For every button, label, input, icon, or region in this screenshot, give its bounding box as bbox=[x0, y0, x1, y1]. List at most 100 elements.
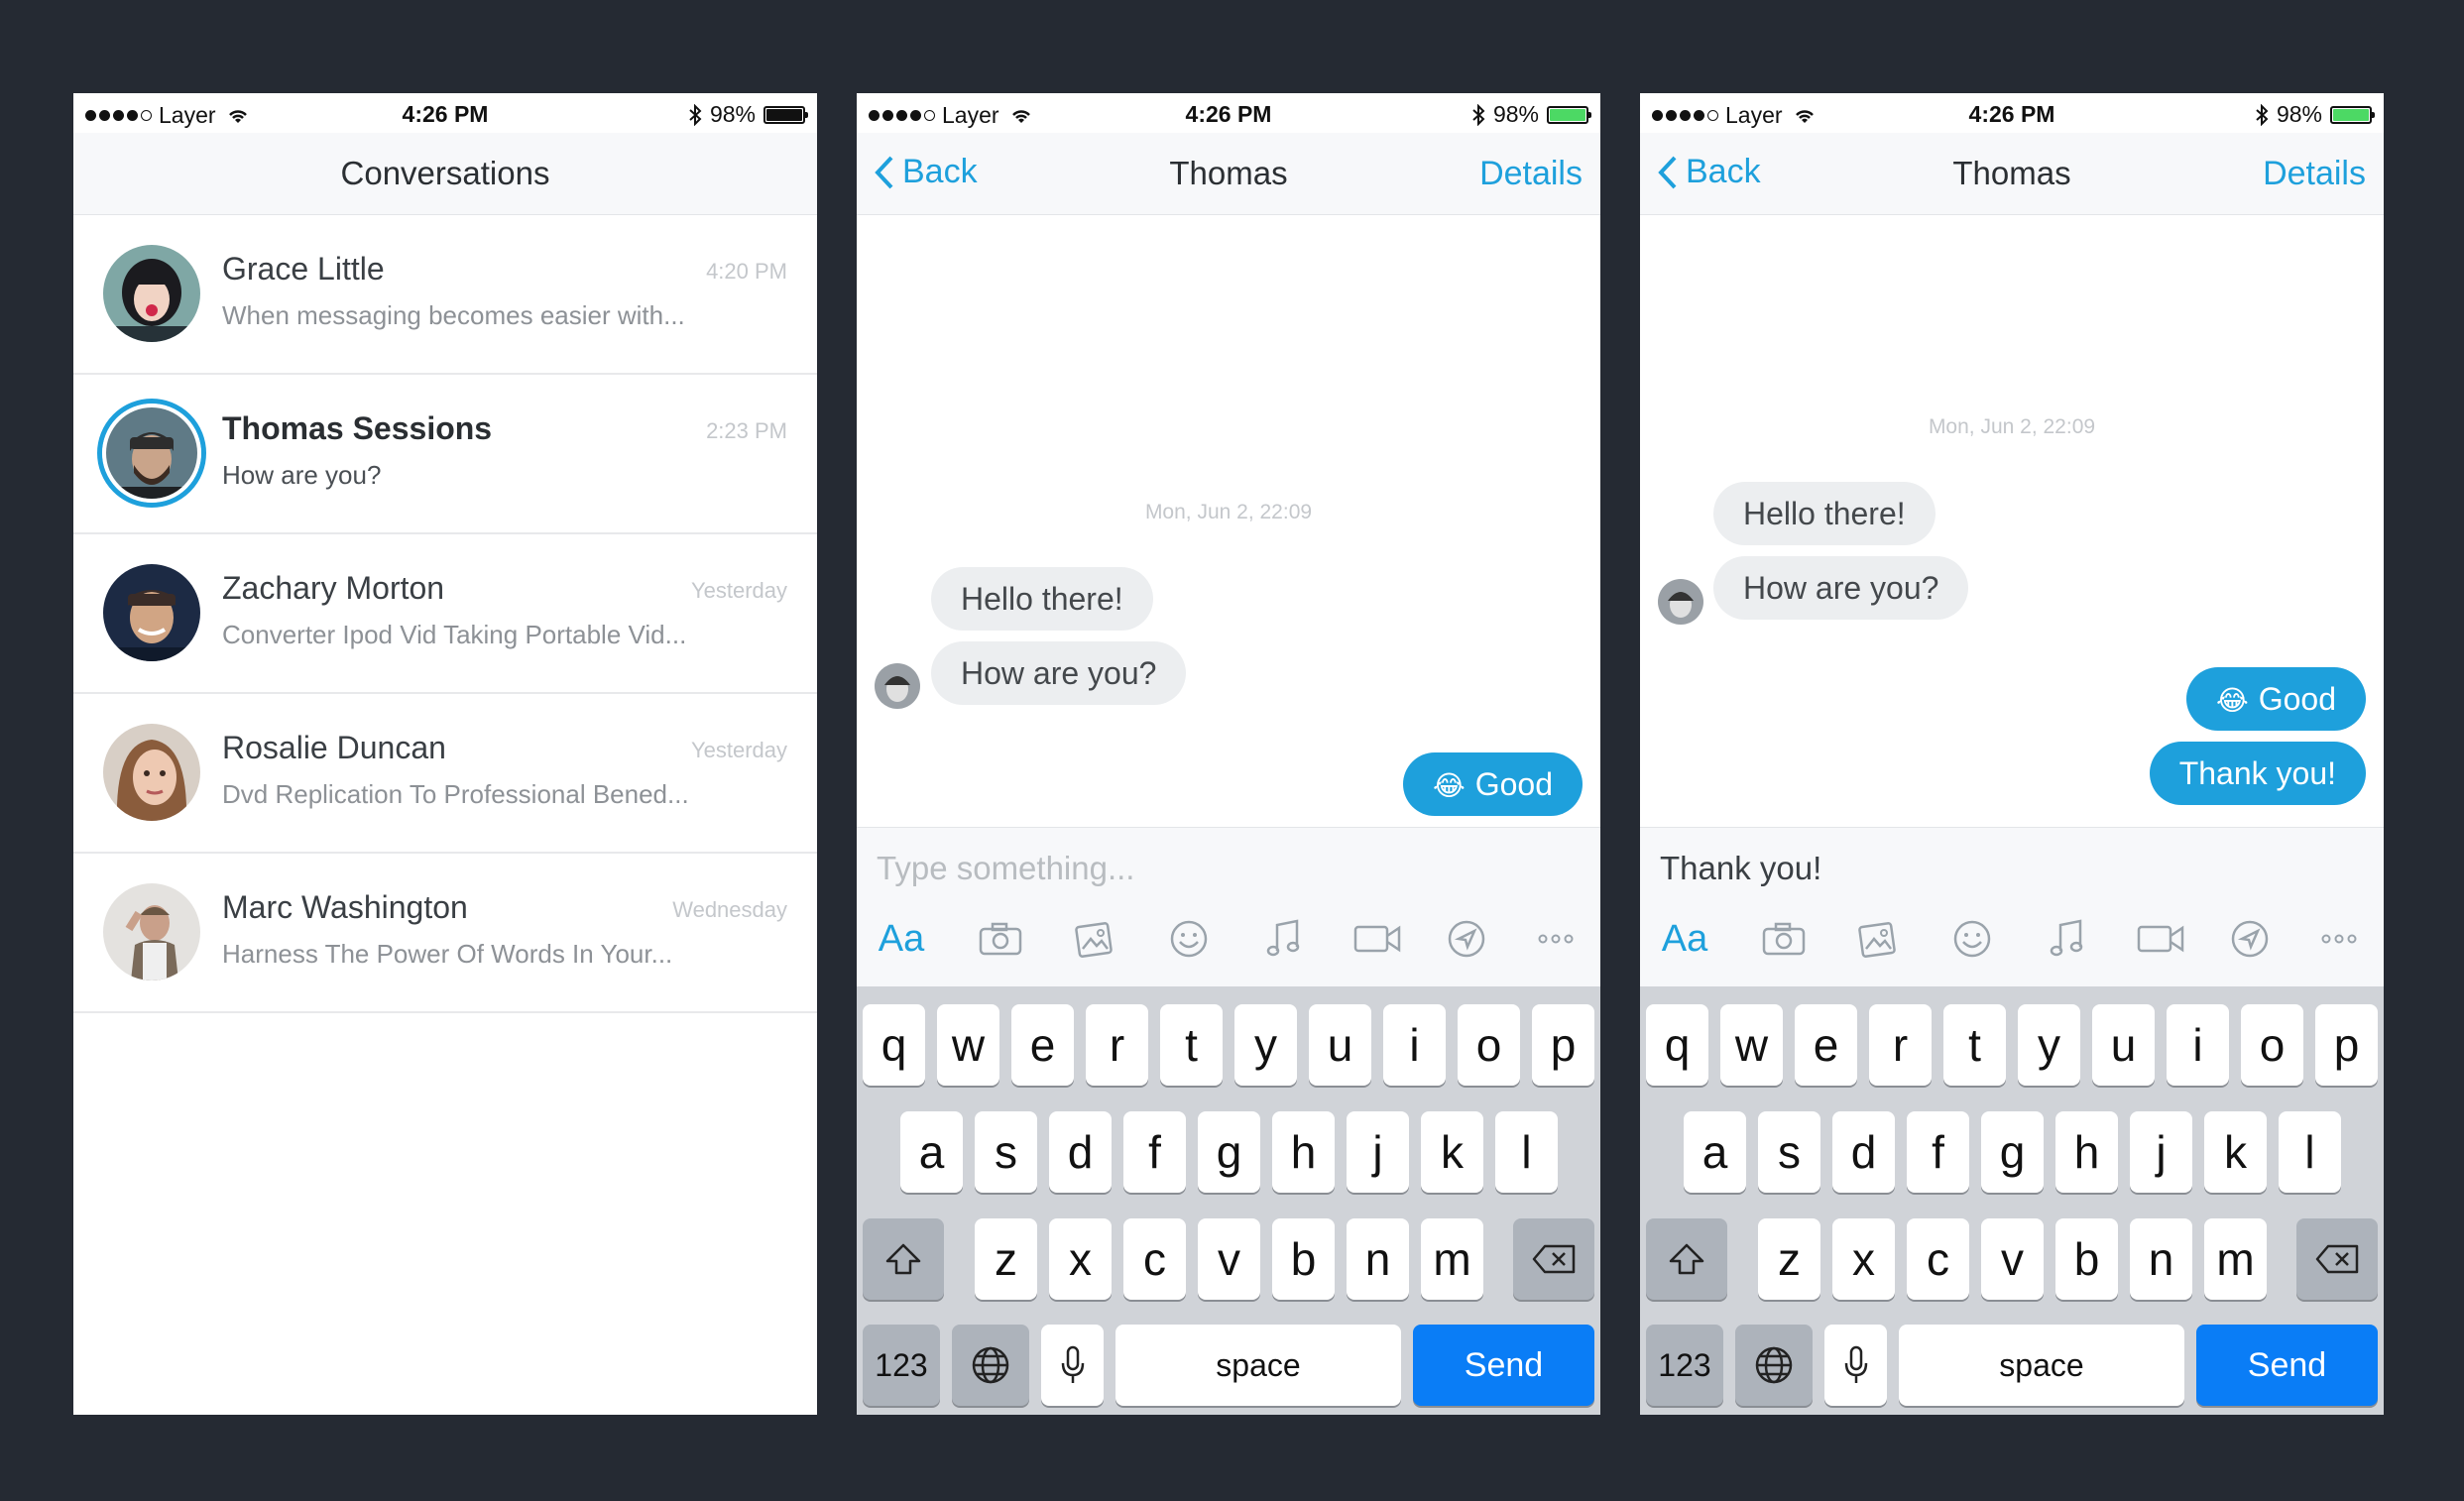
key[interactable]: x bbox=[1049, 1218, 1112, 1300]
camera-icon[interactable] bbox=[971, 909, 1030, 969]
details-button[interactable]: Details bbox=[2263, 155, 2366, 193]
key[interactable]: k bbox=[1421, 1111, 1483, 1193]
key[interactable]: u bbox=[1309, 1004, 1371, 1086]
battery-percent: 98% bbox=[709, 101, 756, 127]
emoji-icon[interactable] bbox=[1159, 909, 1219, 969]
key[interactable]: p bbox=[1532, 1004, 1594, 1086]
more-icon[interactable] bbox=[2309, 909, 2369, 969]
key[interactable]: r bbox=[1869, 1004, 1932, 1086]
numbers-key[interactable]: 123 bbox=[1646, 1325, 1723, 1406]
message-input[interactable]: Thank you! bbox=[1660, 850, 1821, 887]
chat-screen-empty-composer: Layer 4:26 PM 98% Back Thomas Details Mo… bbox=[857, 93, 1600, 1415]
send-button[interactable]: Send bbox=[2196, 1325, 2378, 1406]
microphone-icon bbox=[1844, 1345, 1867, 1383]
key[interactable]: l bbox=[2279, 1111, 2341, 1193]
music-icon[interactable] bbox=[1253, 909, 1313, 969]
music-icon[interactable] bbox=[2037, 909, 2096, 969]
shift-key[interactable] bbox=[863, 1218, 944, 1300]
key[interactable]: v bbox=[1981, 1218, 2044, 1300]
key[interactable]: o bbox=[1458, 1004, 1520, 1086]
key[interactable]: g bbox=[1198, 1111, 1260, 1193]
key[interactable]: o bbox=[2241, 1004, 2303, 1086]
key[interactable]: a bbox=[900, 1111, 963, 1193]
key[interactable]: j bbox=[1347, 1111, 1409, 1193]
key[interactable]: d bbox=[1832, 1111, 1895, 1193]
key[interactable]: z bbox=[1758, 1218, 1820, 1300]
camera-icon[interactable] bbox=[1754, 909, 1814, 969]
emoji-icon[interactable] bbox=[1942, 909, 2002, 969]
key[interactable]: f bbox=[1123, 1111, 1186, 1193]
video-icon[interactable] bbox=[2126, 909, 2195, 969]
key[interactable]: p bbox=[2315, 1004, 2378, 1086]
conversation-item-thomas-sessions[interactable]: Thomas Sessions 2:23 PM How are you? bbox=[73, 375, 817, 534]
key[interactable]: d bbox=[1049, 1111, 1112, 1193]
key[interactable]: q bbox=[863, 1004, 925, 1086]
key[interactable]: s bbox=[975, 1111, 1037, 1193]
gallery-icon[interactable] bbox=[1848, 909, 1908, 969]
date-header: Mon, Jun 2, 22:09 bbox=[1928, 415, 2096, 438]
key[interactable]: w bbox=[1720, 1004, 1783, 1086]
format-button[interactable]: Aa bbox=[1650, 909, 1719, 969]
gallery-icon[interactable] bbox=[1065, 909, 1124, 969]
conversation-item-grace-little[interactable]: Grace Little 4:20 PM When messaging beco… bbox=[73, 215, 817, 375]
key[interactable]: n bbox=[2130, 1218, 2192, 1300]
key[interactable]: j bbox=[2130, 1111, 2192, 1193]
dictation-key[interactable] bbox=[1041, 1325, 1104, 1406]
key[interactable]: v bbox=[1198, 1218, 1260, 1300]
key[interactable]: l bbox=[1495, 1111, 1558, 1193]
outgoing-message: 😂 Good bbox=[2186, 667, 2366, 731]
avatar bbox=[103, 245, 200, 342]
conversation-item-zachary-morton[interactable]: Zachary Morton Yesterday Converter Ipod … bbox=[73, 534, 817, 694]
key[interactable]: b bbox=[1272, 1218, 1335, 1300]
key[interactable]: h bbox=[1272, 1111, 1335, 1193]
more-icon[interactable] bbox=[1526, 909, 1585, 969]
location-icon[interactable] bbox=[2220, 909, 2280, 969]
details-button[interactable]: Details bbox=[1479, 155, 1583, 193]
key[interactable]: u bbox=[2092, 1004, 2155, 1086]
delete-key[interactable] bbox=[1513, 1218, 1594, 1300]
conversation-item-rosalie-duncan[interactable]: Rosalie Duncan Yesterday Dvd Replication… bbox=[73, 694, 817, 854]
numbers-key[interactable]: 123 bbox=[863, 1325, 940, 1406]
contact-name: Marc Washington bbox=[222, 889, 468, 925]
key[interactable]: t bbox=[1160, 1004, 1223, 1086]
key[interactable]: r bbox=[1086, 1004, 1148, 1086]
key[interactable]: h bbox=[2055, 1111, 2118, 1193]
key[interactable]: f bbox=[1907, 1111, 1969, 1193]
message-input[interactable]: Type something... bbox=[877, 850, 1134, 887]
location-icon[interactable] bbox=[1437, 909, 1496, 969]
key[interactable]: m bbox=[1421, 1218, 1483, 1300]
key[interactable]: s bbox=[1758, 1111, 1820, 1193]
key[interactable]: t bbox=[1943, 1004, 2006, 1086]
globe-key[interactable] bbox=[1735, 1325, 1813, 1406]
key[interactable]: n bbox=[1347, 1218, 1409, 1300]
key[interactable]: y bbox=[1234, 1004, 1297, 1086]
avatar bbox=[103, 883, 200, 981]
key[interactable]: c bbox=[1907, 1218, 1969, 1300]
key[interactable]: q bbox=[1646, 1004, 1708, 1086]
key[interactable]: k bbox=[2204, 1111, 2267, 1193]
key[interactable]: g bbox=[1981, 1111, 2044, 1193]
delete-key[interactable] bbox=[2296, 1218, 2378, 1300]
key[interactable]: e bbox=[1011, 1004, 1074, 1086]
space-key[interactable]: space bbox=[1899, 1325, 2184, 1406]
key[interactable]: i bbox=[2167, 1004, 2229, 1086]
shift-key[interactable] bbox=[1646, 1218, 1727, 1300]
key[interactable]: m bbox=[2204, 1218, 2267, 1300]
send-button[interactable]: Send bbox=[1413, 1325, 1594, 1406]
message-time: 4:20 PM bbox=[706, 259, 787, 284]
globe-key[interactable] bbox=[952, 1325, 1029, 1406]
key[interactable]: b bbox=[2055, 1218, 2118, 1300]
video-icon[interactable] bbox=[1343, 909, 1412, 969]
space-key[interactable]: space bbox=[1115, 1325, 1401, 1406]
key[interactable]: y bbox=[2018, 1004, 2080, 1086]
key[interactable]: z bbox=[975, 1218, 1037, 1300]
key[interactable]: x bbox=[1832, 1218, 1895, 1300]
key[interactable]: w bbox=[937, 1004, 999, 1086]
dictation-key[interactable] bbox=[1824, 1325, 1887, 1406]
key[interactable]: c bbox=[1123, 1218, 1186, 1300]
conversation-item-marc-washington[interactable]: Marc Washington Wednesday Harness The Po… bbox=[73, 854, 817, 1013]
key[interactable]: e bbox=[1795, 1004, 1857, 1086]
key[interactable]: a bbox=[1684, 1111, 1746, 1193]
key[interactable]: i bbox=[1383, 1004, 1446, 1086]
format-button[interactable]: Aa bbox=[867, 909, 936, 969]
